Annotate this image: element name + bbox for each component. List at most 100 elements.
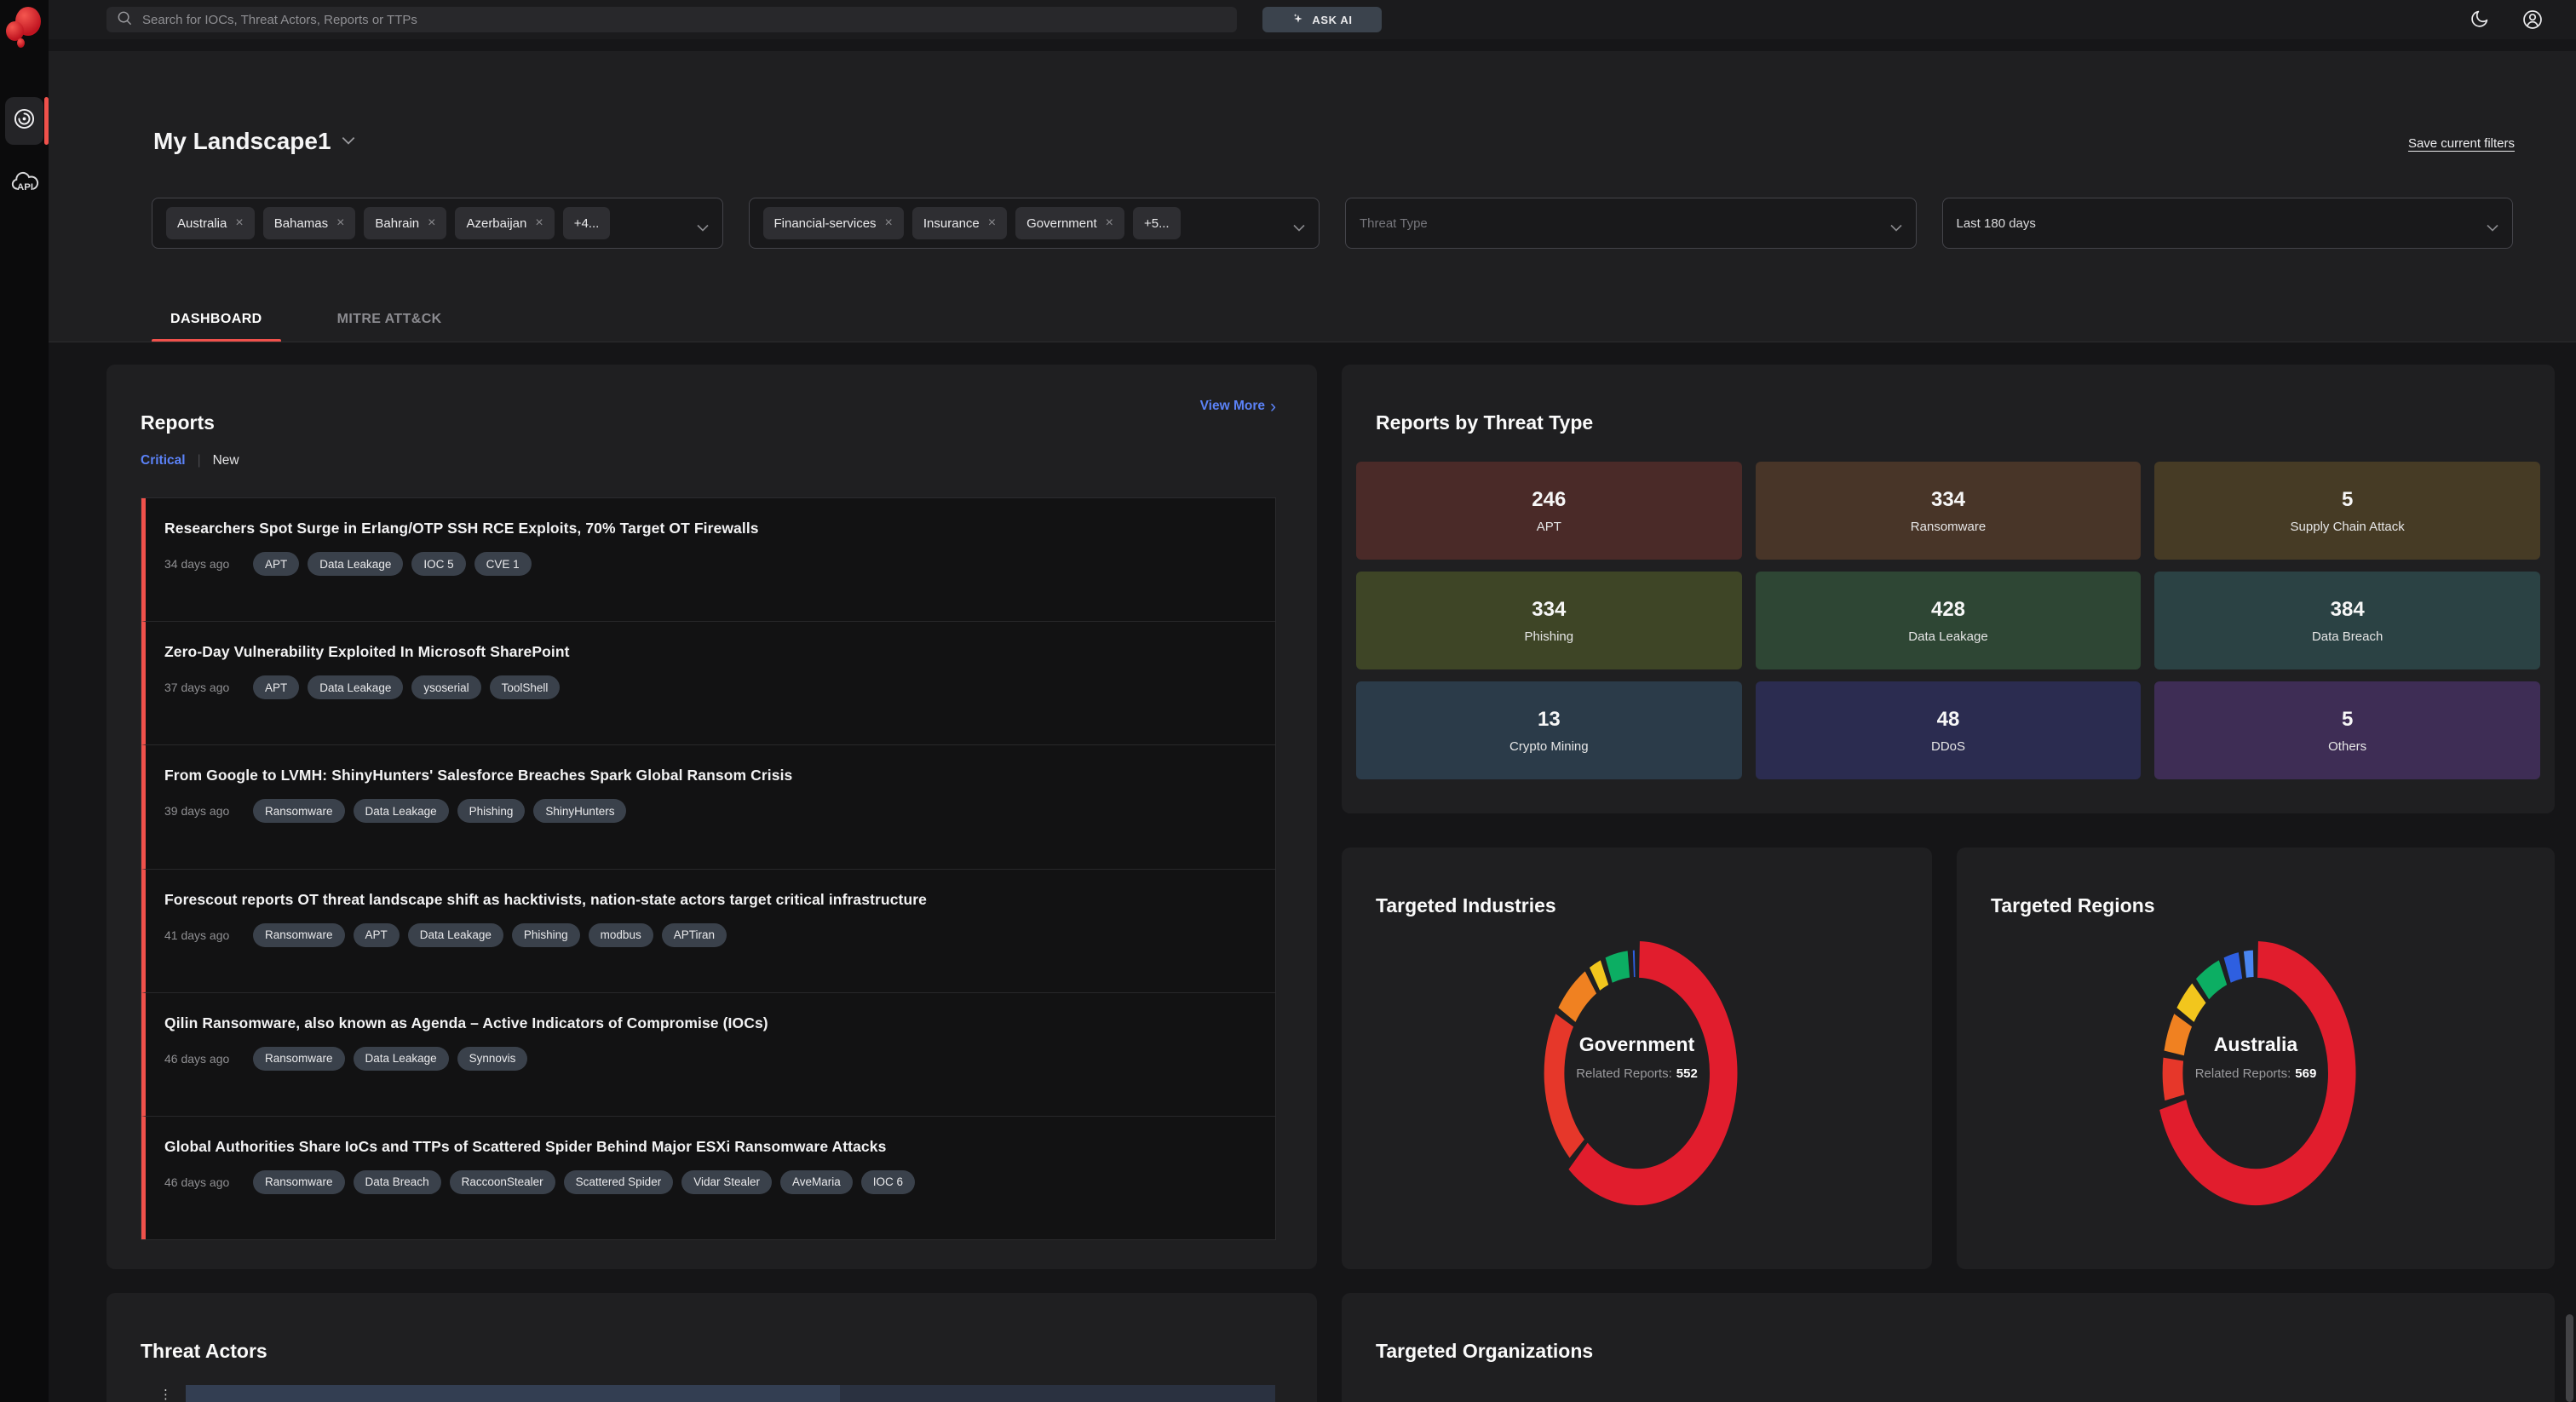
- threat-type-tile[interactable]: 48DDoS: [1756, 681, 2142, 779]
- report-item[interactable]: Researchers Spot Surge in Erlang/OTP SSH…: [141, 498, 1275, 622]
- reports-title: Reports: [141, 411, 215, 434]
- axis-label-ellipsis: ⋮: [159, 1387, 173, 1402]
- sidebar-item-landscape[interactable]: [5, 97, 43, 145]
- chip-remove-icon[interactable]: ×: [885, 215, 893, 231]
- app-root: API ASK AI M: [0, 0, 2576, 1402]
- global-search[interactable]: [106, 7, 1237, 32]
- tile-value: 13: [1538, 708, 1561, 732]
- tab-mitre-attack[interactable]: MITRE ATT&CK: [319, 312, 461, 342]
- report-meta: 39 days agoRansomwareData LeakagePhishin…: [164, 799, 1258, 823]
- regions-donut-wrap: Australia Related Reports:569: [2149, 933, 2362, 1214]
- filter-chip[interactable]: Australia×: [166, 207, 255, 239]
- threat-type-tile[interactable]: 428Data Leakage: [1756, 572, 2142, 669]
- report-title: Qilin Ransomware, also known as Agenda –…: [164, 1014, 1258, 1032]
- industries-donut-chart[interactable]: [1531, 933, 1744, 1214]
- logo-blob: [17, 38, 25, 48]
- threat-type-filter[interactable]: Threat Type: [1345, 198, 1917, 249]
- subtab-critical[interactable]: Critical: [141, 453, 186, 468]
- filter-chip[interactable]: Government×: [1015, 207, 1124, 239]
- filter-chip[interactable]: Financial-services×: [763, 207, 904, 239]
- tile-label: Data Breach: [2312, 629, 2383, 644]
- profile-button[interactable]: [2521, 9, 2544, 31]
- chip-remove-icon[interactable]: ×: [535, 215, 543, 231]
- theme-toggle-button[interactable]: [2469, 9, 2491, 31]
- tile-value: 428: [1931, 598, 1965, 622]
- threat-type-tile[interactable]: 384 Data Breach: [2154, 572, 2540, 669]
- filter-chip[interactable]: Azerbaijan ×: [455, 207, 554, 239]
- industries-chips: Financial-services×Insurance×Government×…: [763, 207, 1181, 239]
- chip-remove-icon[interactable]: ×: [235, 215, 243, 231]
- threat-type-tile[interactable]: 5Supply Chain Attack: [2154, 462, 2540, 560]
- chip-label: Azerbaijan: [466, 216, 526, 231]
- report-age: 34 days ago: [164, 557, 253, 571]
- threat-type-tile[interactable]: 5Others: [2154, 681, 2540, 779]
- targeted-regions-card: Targeted Regions Australia Related Repor…: [1957, 848, 2555, 1269]
- industries-donut-wrap: Government Related Reports:552: [1531, 933, 1744, 1214]
- threat-type-tile[interactable]: 334Ransomware: [1756, 462, 2142, 560]
- chip-remove-icon[interactable]: ×: [336, 215, 344, 231]
- filter-chip[interactable]: Bahrain×: [364, 207, 446, 239]
- report-tag-pill: Synnovis: [457, 1047, 528, 1071]
- threat-type-tile[interactable]: 334Phishing: [1356, 572, 1742, 669]
- chip-label: Bahamas: [274, 216, 328, 231]
- search-input[interactable]: [141, 12, 1227, 28]
- threat-type-placeholder: Threat Type: [1360, 216, 1428, 231]
- report-tag-pill: APTiran: [662, 923, 727, 947]
- filter-chip[interactable]: Bahamas ×: [263, 207, 356, 239]
- view-more-label: View More: [1200, 399, 1265, 414]
- report-tags: RansomwareData LeakagePhishingShinyHunte…: [253, 799, 626, 823]
- report-tag-pill: Data Leakage: [354, 799, 449, 823]
- bar-segment[interactable]: [186, 1385, 840, 1402]
- tab-dashboard[interactable]: DASHBOARD: [152, 312, 281, 342]
- threat-actors-card: Threat Actors ⋮: [106, 1293, 1317, 1402]
- threat-type-tile[interactable]: 13 Crypto Mining: [1356, 681, 1742, 779]
- report-tag-pill: ToolShell: [490, 675, 561, 699]
- date-range-filter[interactable]: Last 180 days: [1942, 198, 2514, 249]
- report-item[interactable]: Qilin Ransomware, also known as Agenda –…: [141, 993, 1275, 1117]
- report-tag-pill: AveMaria: [780, 1170, 853, 1194]
- bar-segment[interactable]: [840, 1385, 1275, 1402]
- save-current-filters-link[interactable]: Save current filters: [2408, 136, 2515, 151]
- tile-label: DDoS: [1931, 739, 1965, 754]
- chip-label: Insurance: [923, 216, 980, 231]
- threat-type-tile[interactable]: 246APT: [1356, 462, 1742, 560]
- report-item[interactable]: From Google to LVMH: ShinyHunters' Sales…: [141, 745, 1275, 869]
- brand-logo[interactable]: [6, 7, 42, 48]
- report-tag-pill: Data Leakage: [308, 552, 403, 576]
- tile-value: 384: [2331, 598, 2365, 622]
- active-nav-indicator: [44, 97, 49, 145]
- report-item[interactable]: Zero-Day Vulnerability Exploited In Micr…: [141, 622, 1275, 745]
- view-more-link[interactable]: View More ›: [1200, 399, 1276, 414]
- report-tag-pill: Phishing: [512, 923, 580, 947]
- sparkles-icon: [1291, 12, 1305, 28]
- tile-label: Others: [2328, 739, 2366, 754]
- subtab-new[interactable]: New: [213, 453, 239, 468]
- chip-remove-icon[interactable]: ×: [1106, 215, 1113, 231]
- locations-filter[interactable]: Australia×Bahamas×Bahrain×Azerbaijan×+4.…: [152, 198, 723, 249]
- date-range-value: Last 180 days: [1957, 216, 2036, 231]
- report-item[interactable]: Global Authorities Share IoCs and TTPs o…: [141, 1117, 1275, 1239]
- report-tag-pill: APT: [253, 552, 299, 576]
- report-meta: 41 days agoRansomwareAPTData LeakagePhis…: [164, 923, 1258, 947]
- report-tag-pill: Scattered Spider: [564, 1170, 674, 1194]
- ask-ai-button[interactable]: ASK AI: [1262, 7, 1382, 32]
- landscape-selector[interactable]: My Landscape1: [153, 128, 355, 155]
- filter-chip[interactable]: Insurance ×: [912, 207, 1007, 239]
- sidebar-item-api[interactable]: API: [9, 169, 41, 199]
- reports-card: Reports View More › Critical | New Resea…: [106, 365, 1317, 1269]
- report-tag-pill: Data Leakage: [408, 923, 503, 947]
- page-scrollbar-thumb[interactable]: [2566, 1314, 2573, 1402]
- page-title: My Landscape1: [153, 128, 331, 155]
- regions-donut-chart[interactable]: [2149, 933, 2362, 1214]
- chip-label: +5...: [1144, 216, 1170, 231]
- targeted-organizations-card: Targeted Organizations: [1342, 1293, 2555, 1402]
- tile-value: 5: [2342, 488, 2353, 512]
- filter-more-chip[interactable]: +5...: [1133, 207, 1181, 239]
- threat-actor-bar[interactable]: [186, 1385, 1275, 1402]
- industries-filter[interactable]: Financial-services×Insurance×Government×…: [749, 198, 1320, 249]
- filter-more-chip[interactable]: +4...: [563, 207, 611, 239]
- report-item[interactable]: Forescout reports OT threat landscape sh…: [141, 870, 1275, 993]
- chip-remove-icon[interactable]: ×: [428, 215, 435, 231]
- tile-label: Crypto Mining: [1509, 739, 1589, 754]
- chip-remove-icon[interactable]: ×: [988, 215, 996, 231]
